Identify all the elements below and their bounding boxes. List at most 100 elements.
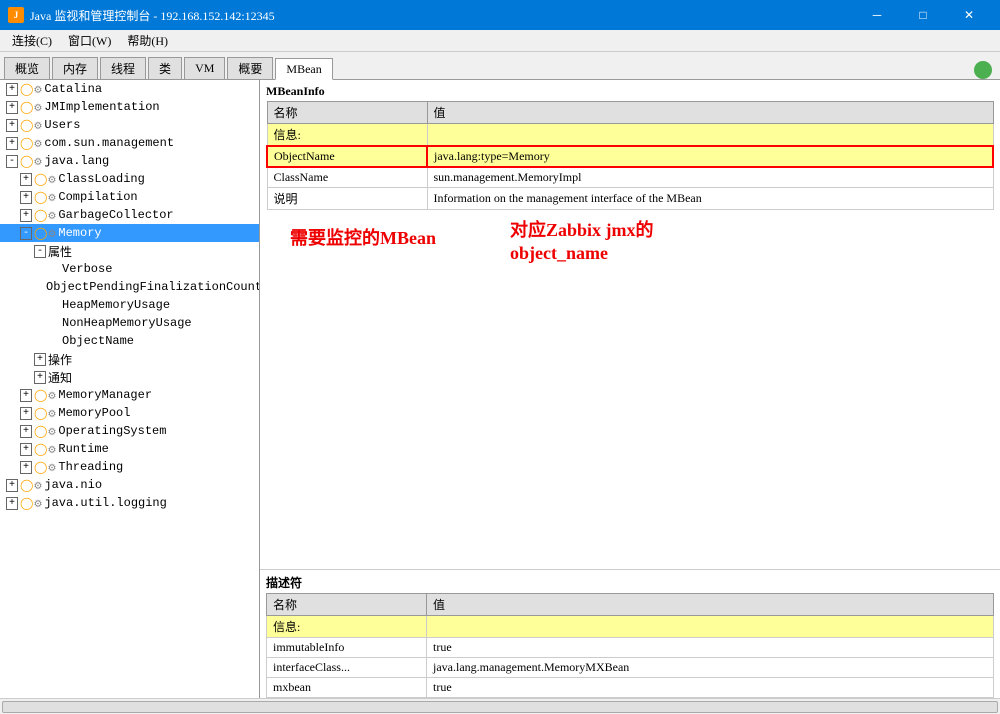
tree-toggle-catalina[interactable]: +	[4, 84, 20, 95]
tree-toggle-属性[interactable]: -	[32, 246, 48, 257]
descriptor-row-1: immutableInfotrue	[267, 638, 994, 658]
menu-bar: 连接(C) 窗口(W) 帮助(H)	[0, 30, 1000, 52]
tree-toggle-runtime[interactable]: +	[18, 444, 34, 455]
tree-toggle-java.util.logging[interactable]: +	[4, 498, 20, 509]
h-scroll-track[interactable]	[2, 701, 998, 713]
tree-item-operatingsystem[interactable]: +◯⚙OperatingSystem	[0, 422, 259, 440]
tree-item-memorypool[interactable]: +◯⚙MemoryPool	[0, 404, 259, 422]
annotation-area: 需要监控的MBean 对应Zabbix jmx的 object_name	[260, 214, 1000, 565]
tree-label-memorymanager: MemoryManager	[58, 388, 152, 402]
tree-label-threading: Threading	[58, 460, 123, 474]
tree-toggle-java.nio[interactable]: +	[4, 480, 20, 491]
title-bar-controls: ─ □ ✕	[854, 0, 992, 30]
mbeaninfo-cell-name-0: 信息:	[267, 124, 427, 147]
tree-item-catalina[interactable]: +◯⚙Catalina	[0, 80, 259, 98]
tree-item-com.sun.management[interactable]: +◯⚙com.sun.management	[0, 134, 259, 152]
descriptor-cell-value-3: true	[427, 678, 994, 698]
tree-label-catalina: Catalina	[44, 82, 102, 96]
tree-toggle-memorypool[interactable]: +	[18, 408, 34, 419]
tree-toggle-operatingsystem[interactable]: +	[18, 426, 34, 437]
tree-item-通知[interactable]: +通知	[0, 368, 259, 386]
descriptor-row-0: 信息:	[267, 616, 994, 638]
tree-icon-jmimplementation: ◯⚙	[20, 100, 42, 115]
tree-item-java.util.logging[interactable]: +◯⚙java.util.logging	[0, 494, 259, 512]
desc-col-name-header: 名称	[267, 594, 427, 616]
desc-col-value-header: 值	[427, 594, 994, 616]
tree-item-heapmemoryusage[interactable]: HeapMemoryUsage	[0, 296, 259, 314]
tree-item-threading[interactable]: +◯⚙Threading	[0, 458, 259, 476]
col-name-header: 名称	[267, 102, 427, 124]
tab-memory[interactable]: 内存	[52, 57, 98, 79]
main-area: +◯⚙Catalina+◯⚙JMImplementation+◯⚙Users+◯…	[0, 80, 1000, 698]
tab-vm[interactable]: VM	[184, 57, 225, 79]
tree-toggle-java.lang[interactable]: -	[4, 156, 20, 167]
tree-toggle-threading[interactable]: +	[18, 462, 34, 473]
horizontal-scroll-area[interactable]	[0, 698, 1000, 714]
tree-item-verbose[interactable]: Verbose	[0, 260, 259, 278]
tree-icon-catalina: ◯⚙	[20, 82, 42, 97]
tree-toggle-garbagecollector[interactable]: +	[18, 210, 34, 221]
tree-icon-runtime: ◯⚙	[34, 442, 56, 457]
col-value-header: 值	[427, 102, 993, 124]
mbeaninfo-cell-name-3: 说明	[267, 188, 427, 210]
tree-label-objectname: ObjectName	[62, 334, 134, 348]
mbeaninfo-row-0: 信息:	[267, 124, 993, 147]
tree-label-runtime: Runtime	[58, 442, 108, 456]
mbeaninfo-cell-name-2: ClassName	[267, 167, 427, 188]
tree-item-objectpendingfinalizationcount[interactable]: ObjectPendingFinalizationCount	[0, 278, 259, 296]
tab-mbean[interactable]: MBean	[275, 58, 332, 80]
tree-label-java.util.logging: java.util.logging	[44, 496, 166, 510]
menu-window[interactable]: 窗口(W)	[60, 30, 119, 51]
tree-label-heapmemoryusage: HeapMemoryUsage	[62, 298, 170, 312]
tree-toggle-操作[interactable]: +	[32, 354, 48, 365]
tree-label-nonheapmemoryusage: NonHeapMemoryUsage	[62, 316, 192, 330]
menu-connect[interactable]: 连接(C)	[4, 30, 60, 51]
tab-classes[interactable]: 类	[148, 57, 182, 79]
tree-toggle-users[interactable]: +	[4, 120, 20, 131]
tree-item-users[interactable]: +◯⚙Users	[0, 116, 259, 134]
tree-toggle-classloading[interactable]: +	[18, 174, 34, 185]
tree-toggle-memory[interactable]: -	[18, 228, 34, 239]
tree-item-java.nio[interactable]: +◯⚙java.nio	[0, 476, 259, 494]
tab-summary[interactable]: 概要	[227, 57, 273, 79]
tree-item-jmimplementation[interactable]: +◯⚙JMImplementation	[0, 98, 259, 116]
tree-item-garbagecollector[interactable]: +◯⚙GarbageCollector	[0, 206, 259, 224]
tab-overview[interactable]: 概览	[4, 57, 50, 79]
tree-item-属性[interactable]: -属性	[0, 242, 259, 260]
descriptor-cell-name-2: interfaceClass...	[267, 658, 427, 678]
tree-toggle-com.sun.management[interactable]: +	[4, 138, 20, 149]
maximize-button[interactable]: □	[900, 0, 946, 30]
tree-item-memorymanager[interactable]: +◯⚙MemoryManager	[0, 386, 259, 404]
tree-item-runtime[interactable]: +◯⚙Runtime	[0, 440, 259, 458]
minimize-button[interactable]: ─	[854, 0, 900, 30]
tree-item-objectname[interactable]: ObjectName	[0, 332, 259, 350]
tree-label-memory: Memory	[58, 226, 101, 240]
descriptor-cell-name-3: mxbean	[267, 678, 427, 698]
tree-item-compilation[interactable]: +◯⚙Compilation	[0, 188, 259, 206]
tab-threads[interactable]: 线程	[100, 57, 146, 79]
descriptor-cell-value-0	[427, 616, 994, 638]
descriptor-section-label: 描述符	[260, 569, 1000, 593]
tree-icon-garbagecollector: ◯⚙	[34, 208, 56, 223]
tree-label-jmimplementation: JMImplementation	[44, 100, 159, 114]
tree-item-memory[interactable]: -◯⚙Memory	[0, 224, 259, 242]
descriptor-cell-name-1: immutableInfo	[267, 638, 427, 658]
tab-bar-right	[974, 61, 996, 79]
menu-help[interactable]: 帮助(H)	[119, 30, 176, 51]
tree-toggle-通知[interactable]: +	[32, 372, 48, 383]
connection-indicator	[974, 61, 992, 79]
tree-toggle-jmimplementation[interactable]: +	[4, 102, 20, 113]
tree-item-classloading[interactable]: +◯⚙ClassLoading	[0, 170, 259, 188]
tree-item-nonheapmemoryusage[interactable]: NonHeapMemoryUsage	[0, 314, 259, 332]
descriptor-row-2: interfaceClass...java.lang.management.Me…	[267, 658, 994, 678]
tree-item-操作[interactable]: +操作	[0, 350, 259, 368]
tree-panel[interactable]: +◯⚙Catalina+◯⚙JMImplementation+◯⚙Users+◯…	[0, 80, 260, 698]
descriptor-cell-name-0: 信息:	[267, 616, 427, 638]
tree-item-java.lang[interactable]: -◯⚙java.lang	[0, 152, 259, 170]
descriptor-cell-value-2: java.lang.management.MemoryMXBean	[427, 658, 994, 678]
close-button[interactable]: ✕	[946, 0, 992, 30]
tree-label-verbose: Verbose	[62, 262, 112, 276]
tree-toggle-compilation[interactable]: +	[18, 192, 34, 203]
tree-toggle-memorymanager[interactable]: +	[18, 390, 34, 401]
tree-icon-com.sun.management: ◯⚙	[20, 136, 42, 151]
